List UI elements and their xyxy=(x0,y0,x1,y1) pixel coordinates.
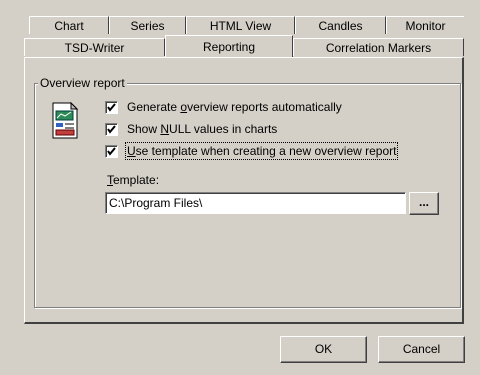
tab-tsd-writer[interactable]: TSD-Writer xyxy=(24,38,165,56)
cancel-button[interactable]: Cancel xyxy=(378,336,465,363)
tab-html-view-label: HTML View xyxy=(209,19,272,33)
use-template-label: Use template when creating a new overvie… xyxy=(124,142,399,160)
tab-html-view[interactable]: HTML View xyxy=(186,16,295,34)
tab-tsd-writer-label: TSD-Writer xyxy=(64,41,125,55)
template-label: Template: xyxy=(107,173,160,187)
group-title: Overview report xyxy=(38,76,127,90)
tab-monitor-label: Monitor xyxy=(405,19,446,33)
tab-correlation-markers[interactable]: Correlation Markers xyxy=(293,38,464,56)
checkmark-icon xyxy=(107,124,116,134)
tab-reporting-label: Reporting xyxy=(202,40,256,54)
tab-chart-label: Chart xyxy=(54,19,84,33)
show-null-option[interactable]: Show NULL values in charts xyxy=(105,121,277,137)
tab-series-label: Series xyxy=(130,19,165,33)
tab-candles-label: Candles xyxy=(318,19,363,33)
tab-chart[interactable]: Chart xyxy=(29,16,109,34)
template-path-input[interactable] xyxy=(105,192,406,214)
checkmark-icon xyxy=(107,146,116,156)
ok-button[interactable]: OK xyxy=(280,336,367,363)
show-null-checkbox[interactable] xyxy=(105,122,118,136)
generate-reports-label: Generate overview reports automatically xyxy=(127,100,342,114)
tab-series[interactable]: Series xyxy=(109,16,186,34)
report-document-icon xyxy=(52,101,79,139)
tab-reporting[interactable]: Reporting xyxy=(165,35,293,57)
show-null-label: Show NULL values in charts xyxy=(127,122,278,136)
window-edge xyxy=(464,0,480,325)
generate-reports-option[interactable]: Generate overview reports automatically xyxy=(105,99,342,115)
use-template-checkbox[interactable] xyxy=(105,144,118,158)
generate-reports-checkbox[interactable] xyxy=(105,100,118,114)
tab-candles[interactable]: Candles xyxy=(295,16,386,34)
tab-monitor[interactable]: Monitor xyxy=(386,16,465,34)
tab-correlation-markers-label: Correlation Markers xyxy=(325,41,432,55)
use-template-option[interactable]: Use template when creating a new overvie… xyxy=(105,142,399,160)
checkmark-icon xyxy=(107,102,116,112)
browse-button[interactable]: ... xyxy=(409,192,439,215)
